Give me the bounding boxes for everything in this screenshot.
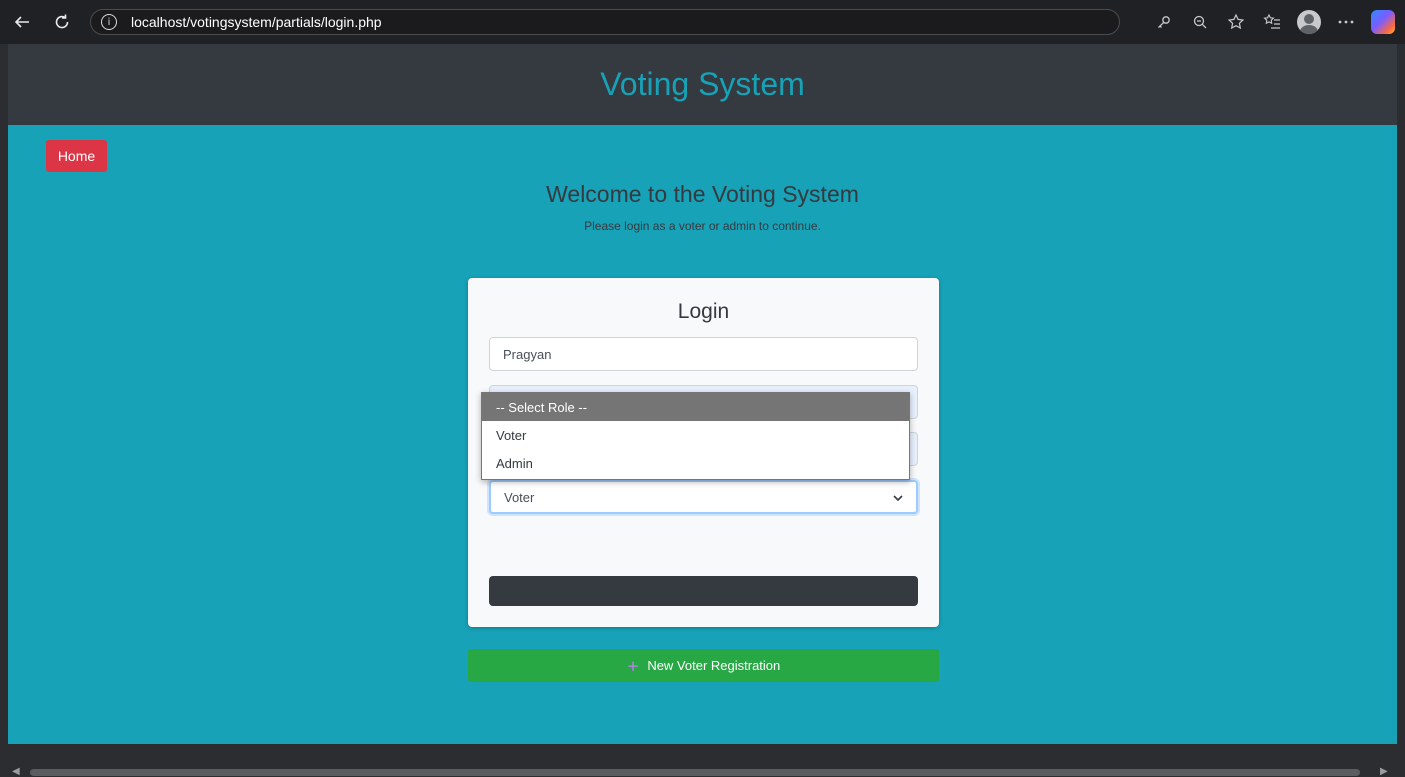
reload-icon[interactable] (46, 6, 78, 38)
info-icon[interactable]: i (101, 14, 117, 30)
welcome-title: Welcome to the Voting System (546, 181, 859, 207)
site-header: Voting System (8, 44, 1397, 125)
copilot-icon[interactable] (1371, 10, 1395, 34)
role-option-select[interactable]: -- Select Role -- (482, 393, 909, 421)
home-button[interactable]: Home (46, 140, 107, 172)
role-dropdown-list: -- Select Role -- Voter Admin (481, 392, 910, 480)
scroll-left-icon[interactable]: ◀ (12, 766, 20, 777)
site-title: Voting System (600, 66, 805, 102)
plus-icon: + (626, 656, 640, 675)
registration-label: New Voter Registration (647, 658, 781, 673)
collections-icon[interactable] (1261, 11, 1283, 33)
role-select[interactable]: Voter (489, 480, 918, 514)
toolbar-icons (1153, 8, 1395, 36)
profile-icon[interactable] (1297, 10, 1321, 34)
star-icon[interactable] (1225, 11, 1247, 33)
role-option-admin[interactable]: Admin (482, 449, 909, 477)
horizontal-scrollbar[interactable] (30, 769, 1360, 776)
welcome-subtitle: Please login as a voter or admin to cont… (584, 219, 821, 233)
browser-toolbar: i localhost/votingsystem/partials/login.… (0, 0, 1405, 44)
name-field[interactable]: Pragyan (489, 337, 918, 371)
back-icon[interactable] (6, 6, 38, 38)
new-voter-registration-button[interactable]: + New Voter Registration (468, 649, 939, 682)
address-bar[interactable]: i localhost/votingsystem/partials/login.… (90, 9, 1120, 35)
more-icon[interactable] (1335, 11, 1357, 33)
role-option-voter[interactable]: Voter (482, 421, 909, 449)
role-select-value: Voter (504, 489, 535, 505)
login-button[interactable] (489, 576, 918, 606)
chevron-down-icon (893, 490, 903, 504)
url-text[interactable]: localhost/votingsystem/partials/login.ph… (131, 14, 382, 30)
zoom-icon[interactable] (1189, 11, 1211, 33)
login-title: Login (677, 300, 730, 323)
key-icon[interactable] (1153, 11, 1175, 33)
scroll-right-icon[interactable]: ▶ (1380, 766, 1388, 777)
